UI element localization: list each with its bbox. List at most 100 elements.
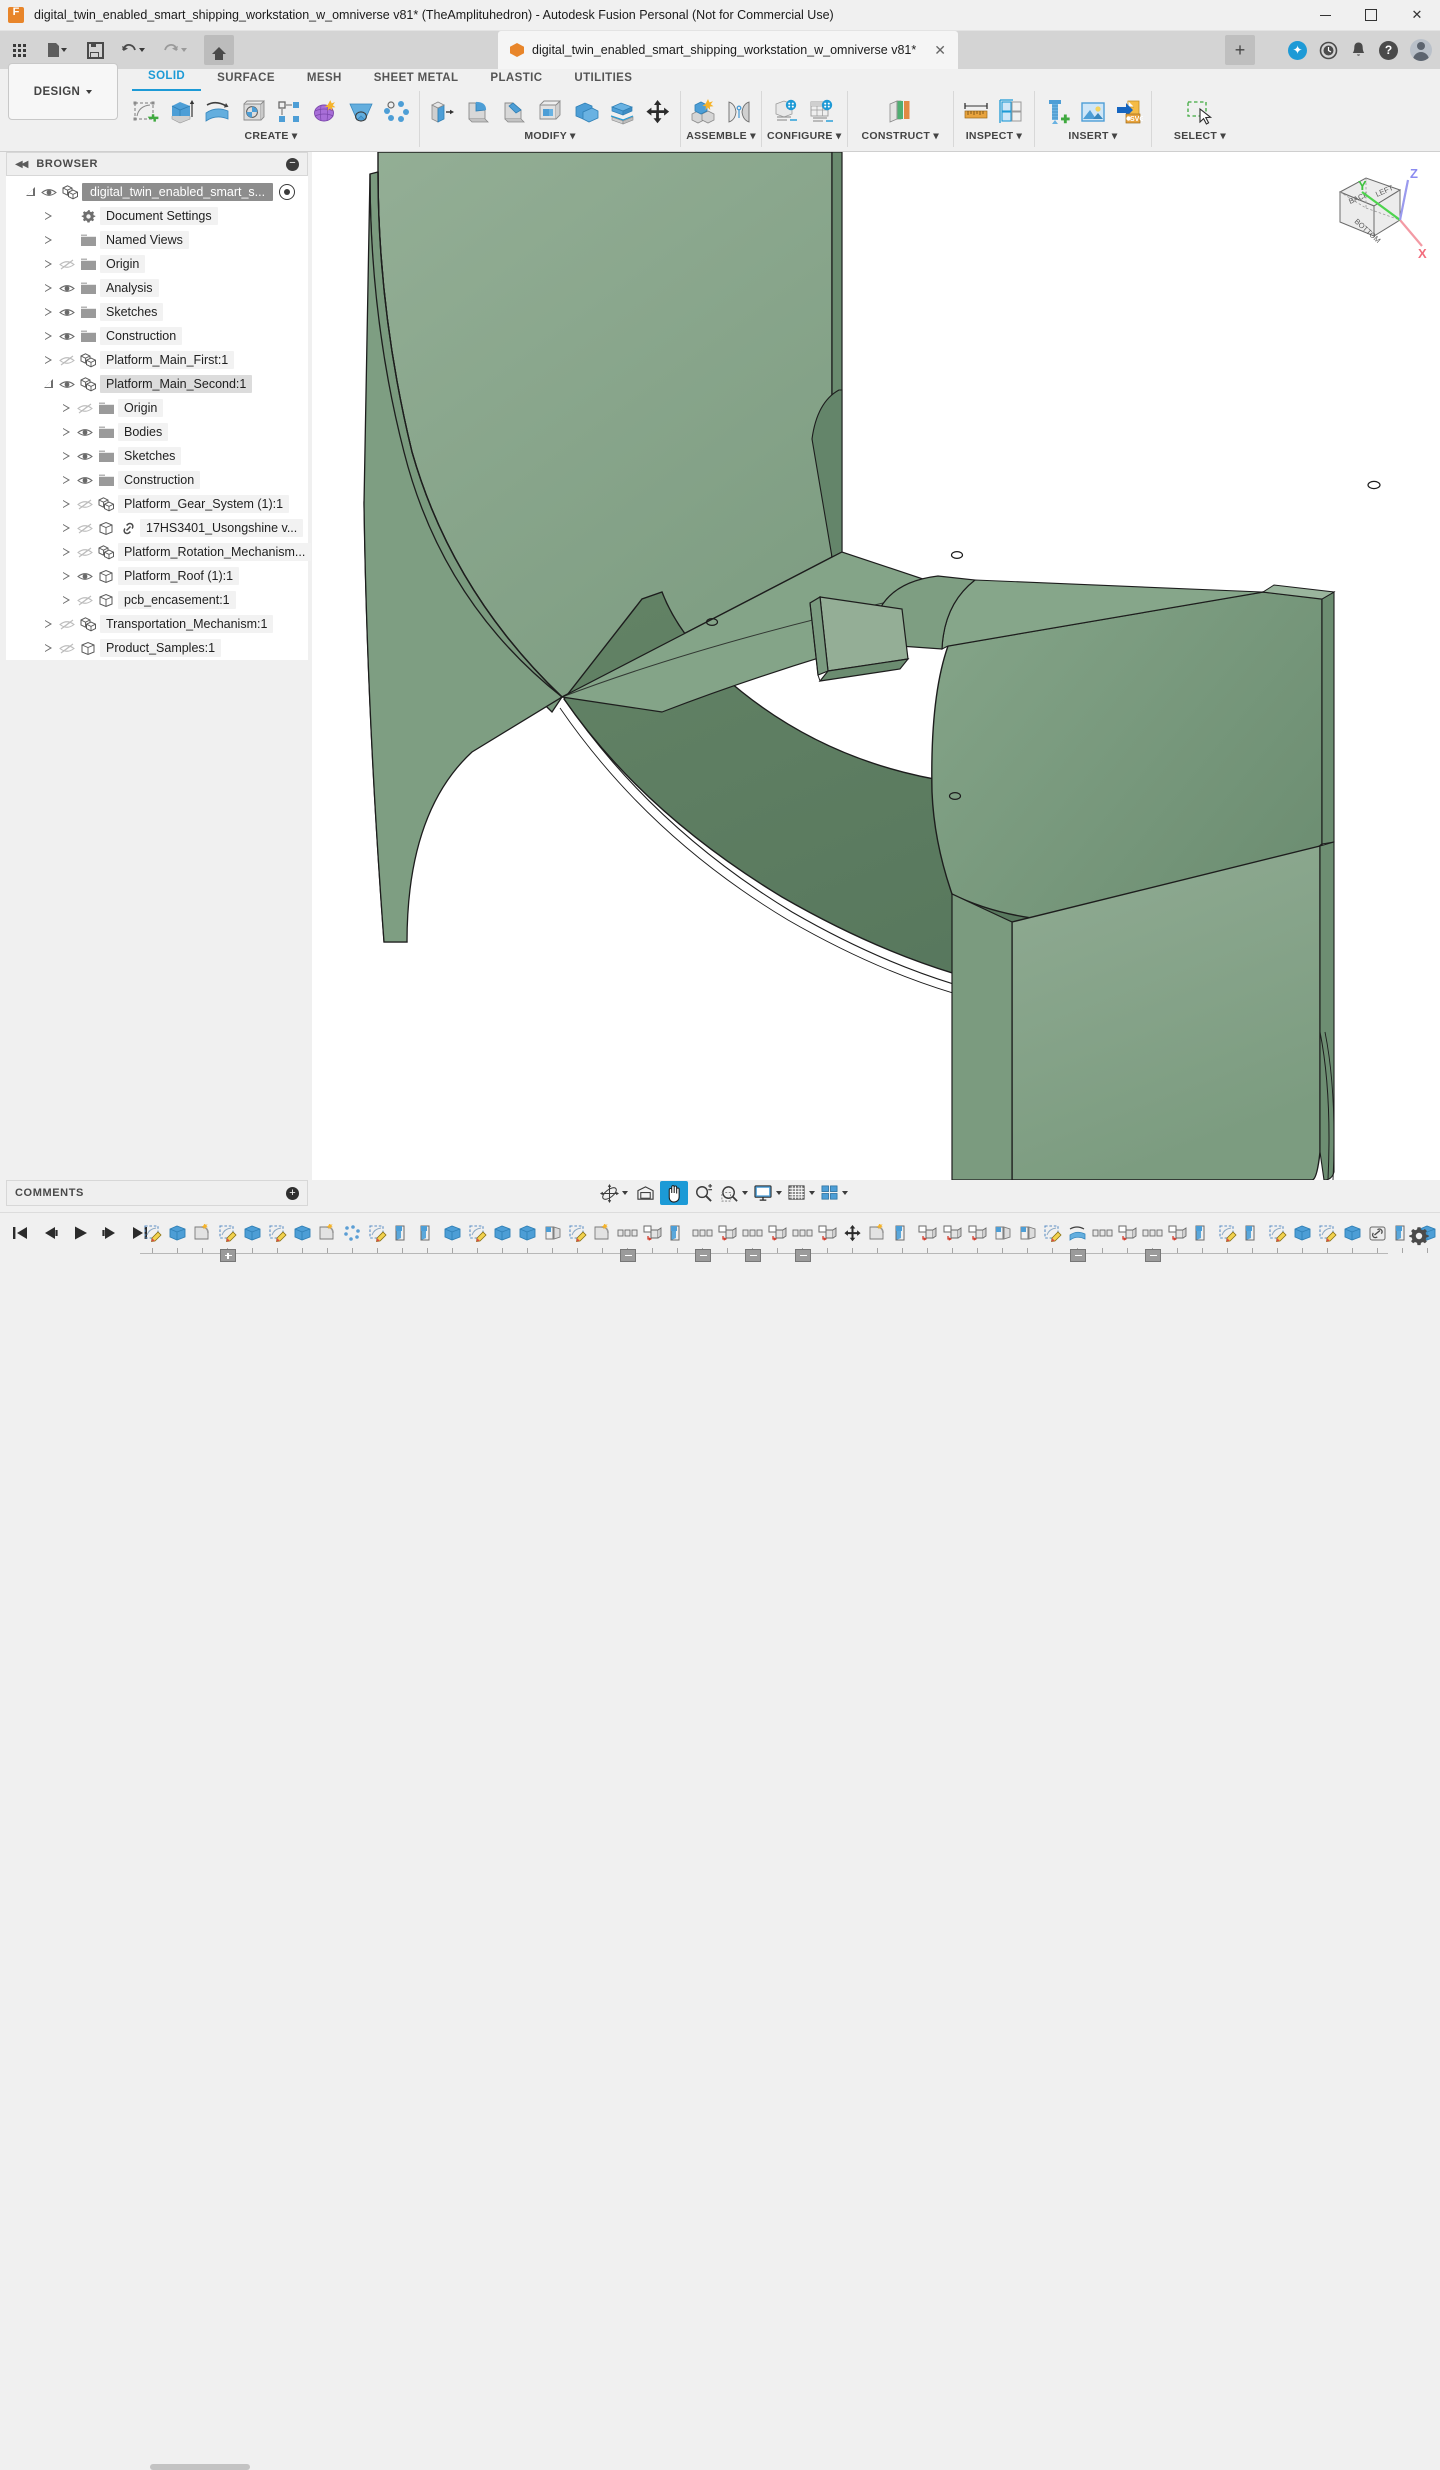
insert-canvas-icon[interactable] <box>1076 95 1110 129</box>
visibility-off-icon[interactable] <box>74 492 96 516</box>
form-icon[interactable] <box>308 95 342 129</box>
revolve-icon[interactable] <box>200 95 234 129</box>
extrude-feature[interactable] <box>1340 1219 1365 1247</box>
timeline-group-expand[interactable] <box>1070 1249 1086 1262</box>
job-status-clock-icon[interactable] <box>1319 41 1338 60</box>
visibility-on-icon[interactable] <box>56 276 78 300</box>
twisty-collapsed-icon[interactable] <box>60 588 74 612</box>
display-settings-icon[interactable] <box>751 1181 784 1205</box>
component-feature[interactable] <box>640 1219 665 1247</box>
browser-node[interactable]: Transportation_Mechanism:1 <box>6 612 308 636</box>
browser-node[interactable]: Platform_Roof (1):1 <box>6 564 308 588</box>
collapse-panel-icon[interactable]: ◀◀ <box>15 159 26 170</box>
zoom-window-icon[interactable] <box>718 1181 750 1205</box>
twisty-collapsed-icon[interactable] <box>60 564 74 588</box>
sketch-feature[interactable] <box>1215 1219 1240 1247</box>
look-at-icon[interactable] <box>631 1181 659 1205</box>
new-component-icon[interactable] <box>686 95 720 129</box>
twisty-collapsed-icon[interactable] <box>42 276 56 300</box>
twisty-collapsed-icon[interactable] <box>60 540 74 564</box>
extrude-feature[interactable] <box>1290 1219 1315 1247</box>
visibility-off-icon[interactable] <box>56 612 78 636</box>
component-feature[interactable] <box>1115 1219 1140 1247</box>
component-feature[interactable] <box>815 1219 840 1247</box>
extrude-feature[interactable] <box>490 1219 515 1247</box>
plane-feature[interactable] <box>1190 1219 1215 1247</box>
browser-node[interactable]: digital_twin_enabled_smart_s... <box>6 180 308 204</box>
extrude-feature[interactable] <box>515 1219 540 1247</box>
activate-component-radio[interactable] <box>279 184 295 200</box>
twisty-expanded-icon[interactable] <box>24 180 38 204</box>
extrude-feature[interactable] <box>440 1219 465 1247</box>
twisty-collapsed-icon[interactable] <box>60 492 74 516</box>
select-icon[interactable] <box>1183 95 1217 129</box>
timeline-playhead[interactable] <box>220 1249 236 1262</box>
twisty-collapsed-icon[interactable] <box>42 324 56 348</box>
twisty-expanded-icon[interactable] <box>42 372 56 396</box>
twisty-collapsed-icon[interactable] <box>42 300 56 324</box>
offset-plane-icon[interactable] <box>883 95 917 129</box>
browser-node[interactable]: pcb_encasement:1 <box>6 588 308 612</box>
browser-node[interactable]: Platform_Rotation_Mechanism... <box>6 540 308 564</box>
undo-button[interactable] <box>114 35 152 65</box>
fillet-feature[interactable] <box>865 1219 890 1247</box>
loft-icon[interactable] <box>344 95 378 129</box>
timeline-group-expand[interactable] <box>745 1249 761 1262</box>
minimize-button[interactable] <box>1302 0 1348 30</box>
browser-node[interactable]: Platform_Gear_System (1):1 <box>6 492 308 516</box>
sketch-feature[interactable] <box>565 1219 590 1247</box>
document-tab[interactable]: digital_twin_enabled_smart_shipping_work… <box>498 31 958 69</box>
browser-node[interactable]: Bodies <box>6 420 308 444</box>
twisty-collapsed-icon[interactable] <box>60 468 74 492</box>
3d-viewport[interactable]: BACK LEFT BOTTOM X Y Z <box>312 152 1440 1180</box>
move-copy-icon[interactable] <box>641 95 675 129</box>
twisty-collapsed-icon[interactable] <box>42 348 56 372</box>
comments-panel[interactable]: COMMENTS + <box>6 1180 308 1206</box>
grid-snaps-icon[interactable] <box>785 1181 817 1205</box>
group-feature[interactable] <box>740 1219 765 1247</box>
link-feature[interactable] <box>1365 1219 1390 1247</box>
viewports-icon[interactable] <box>818 1181 850 1205</box>
view-cube[interactable]: BACK LEFT BOTTOM X Y Z <box>1322 160 1432 270</box>
browser-node[interactable]: 17HS3401_Usongshine v... <box>6 516 308 540</box>
press-pull-icon[interactable] <box>425 95 459 129</box>
zoom-icon[interactable] <box>689 1181 717 1205</box>
maximize-button[interactable] <box>1348 0 1394 30</box>
insert-mcmaster-icon[interactable] <box>1040 95 1074 129</box>
plane-feature[interactable] <box>1240 1219 1265 1247</box>
configure-design-icon[interactable] <box>769 95 803 129</box>
new-tab-button[interactable]: + <box>1225 35 1255 65</box>
visibility-on-icon[interactable] <box>74 444 96 468</box>
tab-sheet-metal[interactable]: SHEET METAL <box>358 69 475 91</box>
group-feature[interactable] <box>1140 1219 1165 1247</box>
visibility-off-icon[interactable] <box>56 636 78 660</box>
orbit-icon[interactable] <box>598 1181 630 1205</box>
add-comment-icon[interactable]: + <box>286 1187 299 1200</box>
twisty-collapsed-icon[interactable] <box>42 612 56 636</box>
group-feature[interactable] <box>615 1219 640 1247</box>
visibility-off-icon[interactable] <box>56 348 78 372</box>
visibility-on-icon[interactable] <box>74 420 96 444</box>
joint-icon[interactable] <box>722 95 756 129</box>
tab-plastic[interactable]: PLASTIC <box>474 69 558 91</box>
browser-node[interactable]: Origin <box>6 396 308 420</box>
new-document-button[interactable] <box>38 35 76 65</box>
timeline-track[interactable] <box>140 1253 1388 1254</box>
plane-feature[interactable] <box>665 1219 690 1247</box>
sketch-feature[interactable] <box>265 1219 290 1247</box>
combine-icon[interactable] <box>569 95 603 129</box>
construct-feature[interactable] <box>1015 1219 1040 1247</box>
timeline-step-forward-button[interactable] <box>98 1221 122 1245</box>
visibility-on-icon[interactable] <box>74 468 96 492</box>
configure-table-icon[interactable] <box>805 95 839 129</box>
help-icon[interactable]: ? <box>1379 41 1398 60</box>
fillet-feature[interactable] <box>190 1219 215 1247</box>
visibility-on-icon[interactable] <box>38 180 60 204</box>
group-feature[interactable] <box>690 1219 715 1247</box>
fillet-icon[interactable] <box>461 95 495 129</box>
extrude-icon[interactable] <box>164 95 198 129</box>
group-feature[interactable] <box>1090 1219 1115 1247</box>
twisty-collapsed-icon[interactable] <box>42 252 56 276</box>
minimize-browser-icon[interactable]: − <box>286 158 299 171</box>
extensions-icon[interactable]: ✦ <box>1288 41 1307 60</box>
